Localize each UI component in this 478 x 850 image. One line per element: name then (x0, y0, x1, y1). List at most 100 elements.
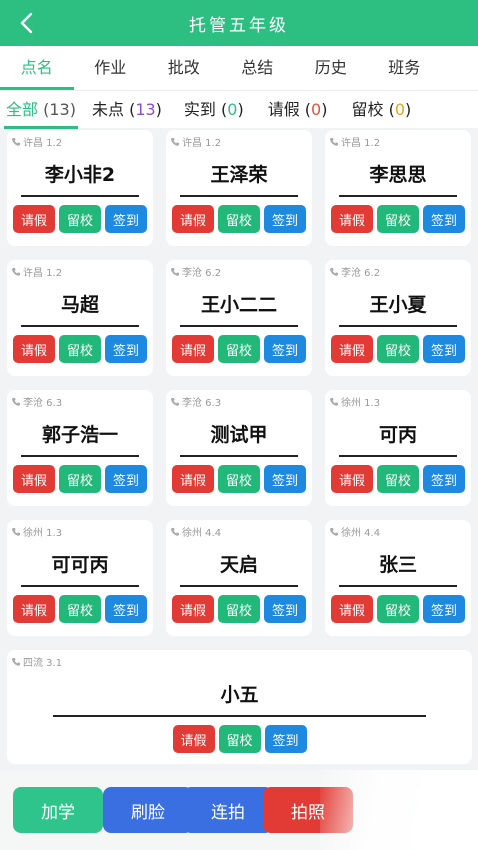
phone-icon (330, 267, 338, 276)
sign-in-button[interactable]: 签到 (105, 205, 147, 233)
leave-button[interactable]: 请假 (331, 335, 373, 363)
leave-button[interactable]: 请假 (172, 465, 214, 493)
sign-in-button[interactable]: 签到 (264, 725, 307, 753)
attendance-buttons: 请假 留校 签到 (325, 205, 471, 233)
attendance-buttons: 请假 留校 签到 (7, 595, 153, 623)
stay-button[interactable]: 留校 (59, 465, 101, 493)
leave-button[interactable]: 请假 (331, 465, 373, 493)
filter-count: 13 (135, 99, 156, 119)
name-underline (53, 715, 426, 717)
student-card[interactable]: 四流 3.1 小五 请假 留校 签到 (7, 650, 472, 764)
student-card[interactable]: 徐州 1.3 可丙 请假 留校 签到 (325, 390, 471, 506)
sign-in-button[interactable]: 签到 (264, 465, 306, 493)
name-underline (180, 455, 298, 457)
tab-summary[interactable]: 总结 (221, 46, 295, 90)
take-photo-button[interactable]: 拍照 (263, 787, 353, 833)
leave-button[interactable]: 请假 (13, 335, 55, 363)
stay-button[interactable]: 留校 (377, 205, 419, 233)
page-title: 托管五年级 (189, 15, 289, 36)
name-underline (21, 195, 139, 197)
tab-history[interactable]: 历史 (294, 46, 368, 90)
student-location: 李沧 6.3 (170, 394, 221, 409)
add-student-button[interactable]: 加学 (13, 787, 103, 833)
stay-button[interactable]: 留校 (59, 205, 101, 233)
filter-count: 0 (394, 99, 406, 119)
name-underline (180, 585, 298, 587)
stay-button[interactable]: 留校 (218, 725, 261, 753)
filter-present[interactable]: 实到 (0) (180, 91, 248, 129)
tab-homework[interactable]: 作业 (74, 46, 148, 90)
attendance-buttons: 请假 留校 签到 (166, 205, 312, 233)
sign-in-button[interactable]: 签到 (264, 205, 306, 233)
sign-in-button[interactable]: 签到 (105, 335, 147, 363)
sign-in-button[interactable]: 签到 (264, 595, 306, 623)
sign-in-button[interactable]: 签到 (423, 205, 465, 233)
stay-button[interactable]: 留校 (218, 595, 260, 623)
student-card[interactable]: 徐州 4.4 张三 请假 留校 签到 (325, 520, 471, 636)
tab-rollcall[interactable]: 点名 (0, 46, 74, 90)
sign-in-button[interactable]: 签到 (423, 595, 465, 623)
sign-in-button[interactable]: 签到 (423, 465, 465, 493)
name-underline (339, 455, 457, 457)
name-underline (339, 585, 457, 587)
name-underline (339, 195, 457, 197)
student-card[interactable]: 徐州 4.4 天启 请假 留校 签到 (166, 520, 312, 636)
phone-icon (12, 137, 20, 146)
sign-in-button[interactable]: 签到 (105, 465, 147, 493)
phone-icon (330, 397, 338, 406)
sign-in-button[interactable]: 签到 (423, 335, 465, 363)
stay-button[interactable]: 留校 (377, 335, 419, 363)
app-header: 托管五年级 (0, 0, 478, 46)
filter-label: 留校 (351, 99, 384, 119)
student-name: 王小二二 (200, 294, 277, 316)
phone-icon (12, 527, 20, 536)
main-tabs: 点名 作业 批改 总结 历史 班务 (0, 46, 478, 90)
burst-photo-button[interactable]: 连拍 (183, 787, 273, 833)
student-card[interactable]: 许昌 1.2 李思思 请假 留校 签到 (325, 130, 471, 246)
sign-in-button[interactable]: 签到 (264, 335, 306, 363)
filter-unchecked[interactable]: 未点 (13) (88, 91, 166, 129)
filter-leave[interactable]: 请假 (0) (264, 91, 332, 129)
student-location: 李沧 6.2 (329, 264, 380, 279)
stay-button[interactable]: 留校 (218, 205, 260, 233)
stay-button[interactable]: 留校 (377, 595, 419, 623)
leave-button[interactable]: 请假 (331, 205, 373, 233)
leave-button[interactable]: 请假 (13, 595, 55, 623)
student-card[interactable]: 许昌 1.2 李小非2 请假 留校 签到 (7, 130, 153, 246)
filter-all[interactable]: 全部 (13) (2, 91, 80, 129)
student-card[interactable]: 许昌 1.2 马超 请假 留校 签到 (7, 260, 153, 376)
stay-button[interactable]: 留校 (59, 595, 101, 623)
student-name: 王小夏 (369, 294, 427, 316)
tab-class-affairs[interactable]: 班务 (368, 46, 442, 90)
status-filter-bar: 全部 (13) 未点 (13) 实到 (0) 请假 (0) 留校 (0) (0, 90, 478, 129)
tab-grading[interactable]: 批改 (147, 46, 221, 90)
student-card[interactable]: 徐州 1.3 可可丙 请假 留校 签到 (7, 520, 153, 636)
student-name: 小五 (220, 684, 259, 706)
leave-button[interactable]: 请假 (331, 595, 373, 623)
stay-button[interactable]: 留校 (218, 335, 260, 363)
phone-icon (171, 527, 179, 536)
filter-stay[interactable]: 留校 (0) (347, 91, 415, 129)
student-card[interactable]: 李沧 6.2 王小夏请假 留校 签到 (325, 260, 471, 376)
attendance-buttons: 请假 留校 签到 (166, 595, 312, 623)
phone-icon (171, 397, 179, 406)
sign-in-button[interactable]: 签到 (105, 595, 147, 623)
stay-button[interactable]: 留校 (218, 465, 260, 493)
student-card[interactable]: 许昌 1.2 王泽荣 请假 留校 签到 (166, 130, 312, 246)
attendance-buttons: 请假 留校 签到 (325, 465, 471, 493)
name-underline (21, 455, 139, 457)
student-card[interactable]: 李沧 6.3 测试甲 请假 留校 签到 (166, 390, 312, 506)
leave-button[interactable]: 请假 (13, 205, 55, 233)
student-card[interactable]: 李沧 6.2 王小二二 请假 留校 签到 (166, 260, 312, 376)
filter-label: 请假 (267, 99, 300, 119)
leave-button[interactable]: 请假 (13, 465, 55, 493)
leave-button[interactable]: 请假 (172, 205, 214, 233)
student-card[interactable]: 李沧 6.3 郭子浩一 请假 留校 签到 (7, 390, 153, 506)
leave-button[interactable]: 请假 (172, 725, 215, 753)
back-button[interactable] (14, 10, 40, 36)
leave-button[interactable]: 请假 (172, 335, 214, 363)
stay-button[interactable]: 留校 (377, 465, 419, 493)
face-scan-button[interactable]: 刷脸 (103, 787, 193, 833)
leave-button[interactable]: 请假 (172, 595, 214, 623)
stay-button[interactable]: 留校 (59, 335, 101, 363)
